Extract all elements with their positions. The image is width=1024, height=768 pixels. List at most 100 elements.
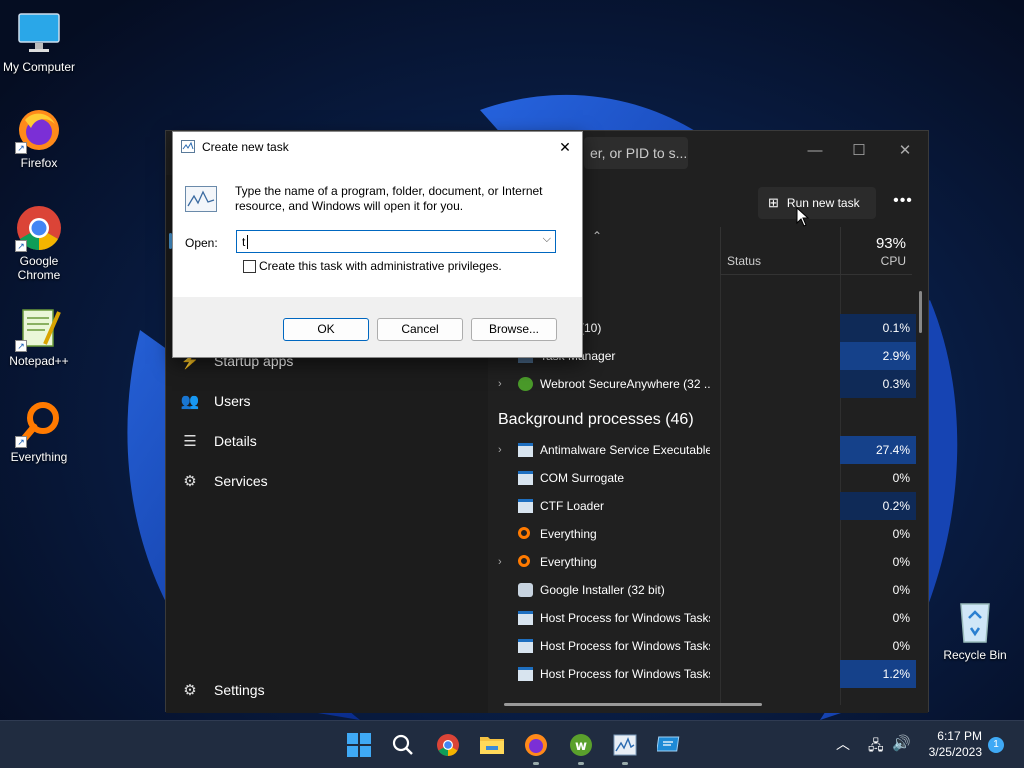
everything-search-icon: ↗ bbox=[15, 400, 63, 448]
process-cpu: 1.2% bbox=[840, 660, 916, 688]
table-row[interactable]: Host Process for Windows Tasks 0% bbox=[498, 604, 918, 632]
monitor-icon bbox=[15, 10, 63, 58]
taskbar-task-manager[interactable] bbox=[611, 731, 639, 759]
sidebar-item-services[interactable]: ⚙ Services bbox=[180, 466, 268, 496]
process-cpu: 0.1% bbox=[840, 314, 916, 342]
column-header-cpu[interactable]: 93% CPU bbox=[840, 227, 912, 275]
table-row[interactable]: › Antimalware Service Executable 27.4% bbox=[498, 436, 918, 464]
desktop-icon-notepad-plus-plus[interactable]: ↗ Notepad++ bbox=[0, 304, 78, 368]
search-input[interactable]: er, or PID to s... bbox=[584, 137, 688, 169]
cpu-total-percent: 93% bbox=[875, 235, 906, 252]
table-row[interactable]: Google Installer (32 bit) 0% bbox=[498, 576, 918, 604]
table-row[interactable]: CTF Loader 0.2% bbox=[498, 492, 918, 520]
sidebar-item-settings[interactable]: ⚙ Settings bbox=[180, 675, 264, 705]
dialog-titlebar[interactable]: Create new task ✕ bbox=[173, 132, 582, 162]
table-row[interactable]: Host Process for Windows Tasks 0% bbox=[498, 632, 918, 660]
process-name: Google Installer (32 bit) bbox=[540, 583, 665, 597]
process-name: CTF Loader bbox=[540, 499, 605, 513]
shortcut-arrow-icon: ↗ bbox=[15, 240, 27, 252]
admin-checkbox-label[interactable]: Create this task with administrative pri… bbox=[259, 259, 502, 273]
chevron-down-icon[interactable]: ⌵ bbox=[543, 233, 551, 246]
notepad-plus-plus-icon: ↗ bbox=[15, 304, 63, 352]
taskbar: w ︿ 🖧 🔊 6:17 PM 3/25/2023 1 bbox=[0, 720, 1024, 768]
sidebar-item-label: Services bbox=[214, 473, 268, 489]
clock-date: 3/25/2023 bbox=[928, 745, 982, 759]
search-button[interactable] bbox=[389, 731, 417, 759]
horizontal-scrollbar[interactable] bbox=[504, 703, 762, 706]
webroot-icon: w bbox=[570, 734, 592, 756]
volume-icon[interactable]: 🔊 bbox=[892, 734, 911, 752]
desktop-icon-label: Firefox bbox=[20, 156, 58, 170]
taskbar-app[interactable] bbox=[655, 731, 683, 759]
ok-button[interactable]: OK bbox=[283, 318, 369, 341]
table-row[interactable]: Host Process for Windows Tasks 1.2% bbox=[498, 660, 918, 688]
desktop-icon-my-computer[interactable]: My Computer bbox=[0, 10, 78, 74]
process-icon bbox=[518, 471, 533, 485]
process-name: Everything bbox=[540, 555, 597, 569]
recycle-bin-icon bbox=[951, 598, 999, 646]
table-row[interactable]: › Webroot SecureAnywhere (32 ... 0.3% bbox=[498, 370, 918, 398]
cancel-button[interactable]: Cancel bbox=[377, 318, 463, 341]
background-processes-header: Background processes (46) bbox=[498, 411, 694, 428]
admin-checkbox[interactable] bbox=[243, 260, 256, 273]
desktop-icon-firefox[interactable]: ↗ Firefox bbox=[0, 106, 78, 170]
clock[interactable]: 6:17 PM 3/25/2023 bbox=[918, 728, 982, 760]
desktop-icon-recycle-bin[interactable]: Recycle Bin bbox=[936, 598, 1014, 662]
browse-button[interactable]: Browse... bbox=[471, 318, 557, 341]
desktop-icon-google-chrome[interactable]: ↗ Google Chrome bbox=[0, 204, 78, 282]
process-cpu: 0.2% bbox=[840, 492, 916, 520]
desktop-icon-label: My Computer bbox=[2, 60, 76, 74]
network-icon[interactable]: 🖧 bbox=[868, 735, 884, 759]
mouse-cursor-icon bbox=[796, 207, 810, 227]
shortcut-arrow-icon: ↗ bbox=[15, 142, 27, 154]
start-button[interactable] bbox=[345, 731, 373, 759]
close-button[interactable]: ✕ bbox=[890, 139, 920, 163]
maximize-button[interactable]: ☐ bbox=[844, 139, 874, 163]
running-indicator bbox=[622, 762, 628, 765]
everything-search-icon bbox=[518, 527, 530, 539]
gear-icon: ⚙ bbox=[183, 682, 197, 699]
more-options-button[interactable]: ••• bbox=[886, 187, 920, 219]
process-icon bbox=[518, 639, 533, 653]
taskbar-firefox[interactable] bbox=[522, 731, 550, 759]
process-cpu: 0% bbox=[892, 639, 910, 653]
desktop-icon-label: Notepad++ bbox=[9, 354, 69, 368]
expand-chevron-icon[interactable]: › bbox=[498, 370, 510, 398]
dialog-title: Create new task bbox=[202, 140, 289, 154]
table-row[interactable]: › Everything 0% bbox=[498, 548, 918, 576]
text-cursor bbox=[247, 235, 248, 249]
process-cpu: 0% bbox=[892, 527, 910, 541]
desktop-icon-label: Everything bbox=[10, 450, 68, 464]
sidebar-item-users[interactable]: 👥 Users bbox=[180, 386, 251, 416]
show-hidden-icons-button[interactable]: ︿ bbox=[836, 734, 850, 754]
create-new-task-dialog: Create new task ✕ Type the name of a pro… bbox=[172, 131, 583, 358]
process-cpu: 0% bbox=[892, 555, 910, 569]
sidebar-item-details[interactable]: ☰ Details bbox=[180, 426, 257, 456]
table-row[interactable]: COM Surrogate 0% bbox=[498, 464, 918, 492]
taskbar-chrome[interactable] bbox=[434, 731, 462, 759]
notification-badge[interactable]: 1 bbox=[988, 737, 1004, 753]
sidebar-item-label: Users bbox=[214, 393, 251, 409]
taskbar-file-explorer[interactable] bbox=[478, 731, 506, 759]
process-name: (10) bbox=[580, 321, 602, 335]
table-row[interactable]: Everything 0% bbox=[498, 520, 918, 548]
minimize-button[interactable]: — bbox=[800, 139, 830, 163]
process-icon bbox=[518, 667, 533, 681]
expand-chevron-icon[interactable]: › bbox=[498, 548, 510, 576]
expand-chevron-icon[interactable]: › bbox=[498, 436, 510, 464]
google-installer-icon bbox=[518, 583, 533, 597]
running-indicator bbox=[578, 762, 584, 765]
details-icon: ☰ bbox=[183, 433, 197, 450]
chrome-icon bbox=[437, 734, 459, 756]
process-name: Antimalware Service Executable bbox=[540, 443, 710, 457]
run-new-task-button[interactable]: ⊞ Run new task bbox=[758, 187, 876, 219]
webroot-icon bbox=[518, 377, 533, 391]
vertical-scrollbar[interactable] bbox=[919, 291, 922, 333]
close-button[interactable]: ✕ bbox=[554, 137, 576, 157]
desktop-icon-everything[interactable]: ↗ Everything bbox=[0, 400, 78, 464]
taskbar-webroot[interactable]: w bbox=[567, 731, 595, 759]
process-cpu: 0% bbox=[892, 611, 910, 625]
column-header-status[interactable]: Status bbox=[720, 227, 840, 275]
sort-arrow-icon[interactable]: ⌃ bbox=[592, 229, 602, 243]
open-input[interactable]: t ⌵ bbox=[236, 230, 556, 253]
